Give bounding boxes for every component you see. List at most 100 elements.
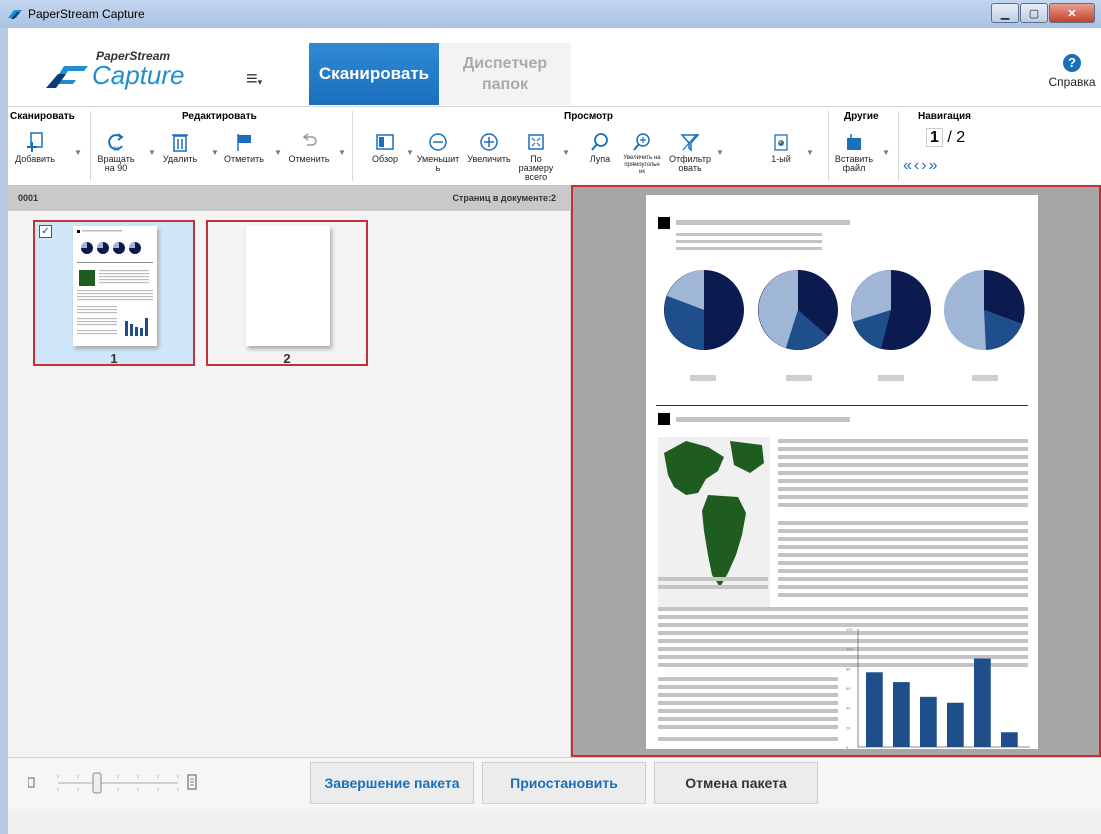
ribbon-separator (352, 111, 353, 181)
paperstream-mark-icon (46, 66, 88, 88)
rotate-dropdown-icon[interactable]: ▼ (148, 148, 156, 157)
mark-label: Отметить (224, 154, 264, 164)
pie-charts (664, 269, 1025, 350)
tab-folder-manager[interactable]: Диспетчер папок (439, 43, 571, 105)
ribbon-separator (90, 111, 91, 181)
help-label: Справка (1048, 75, 1096, 89)
bar-chart-bar (866, 672, 883, 747)
bar-chart-y-tick: 100 (846, 647, 853, 652)
window-controls: ▁ ▢ ✕ (991, 3, 1095, 23)
document-header: 0001 Страниц в документе:2 (8, 185, 570, 211)
first-page-arrow-icon[interactable]: « (903, 157, 914, 174)
bar-chart-y-tick: 0 (846, 745, 849, 749)
bar-chart-bar (893, 682, 910, 747)
window-titlebar: PaperStream Capture ▁ ▢ ✕ (0, 0, 1101, 29)
zoom-rect-label-line2: прямоугольн (624, 162, 660, 168)
thumbnail-number: 2 (283, 351, 291, 366)
thumbnail-checkbox[interactable]: ✓ (39, 225, 52, 238)
overview-button[interactable]: Обзор (368, 129, 402, 164)
mark-button[interactable]: Отметить (220, 129, 268, 164)
add-dropdown-icon[interactable]: ▼ (74, 148, 82, 157)
cancel-batch-button[interactable]: Отмена пакета (654, 762, 818, 804)
group-title-edit: Редактировать (182, 111, 257, 122)
current-page-field[interactable]: 1 (926, 128, 943, 147)
group-title-other: Другие (844, 111, 879, 122)
bar-chart-y-tick: 40 (846, 706, 851, 711)
maximize-button[interactable]: ▢ (1020, 3, 1048, 23)
next-page-arrow-icon[interactable]: › (921, 157, 928, 174)
rotate-label-line2: на 90 (104, 163, 128, 173)
window-title: PaperStream Capture (28, 7, 145, 21)
insert-file-icon (847, 134, 861, 150)
bar-chart-y-tick: 120 (846, 627, 853, 632)
insert-label-line2: файл (842, 163, 866, 173)
finish-batch-button[interactable]: Завершение пакета (310, 762, 474, 804)
help-button[interactable]: ? Справка (1047, 54, 1097, 89)
thumbnail-size-slider[interactable] (28, 772, 198, 796)
first-page-button[interactable]: 1-ый (764, 129, 798, 164)
close-button[interactable]: ✕ (1049, 3, 1095, 23)
fit-page-icon (528, 134, 544, 150)
ribbon-toolbar: Сканировать Редактировать Просмотр Други… (8, 107, 1101, 186)
insert-file-button[interactable]: Вставить файл (834, 129, 874, 173)
first-page-label: 1-ый (771, 154, 791, 164)
zoom-rectangle-button[interactable]: Увеличить на прямоугольн ик (620, 129, 664, 176)
flag-icon (237, 134, 251, 151)
add-page-icon (27, 132, 43, 152)
zoom-in-label: Увеличить (467, 154, 511, 164)
last-page-arrow-icon[interactable]: » (929, 157, 940, 174)
bar-chart-y-tick: 20 (846, 725, 851, 730)
delete-label: Удалить (162, 154, 198, 164)
mark-dropdown-icon[interactable]: ▼ (274, 148, 282, 157)
zoom-rect-icon (633, 133, 650, 151)
thumbnail-pane: 0001 Страниц в документе:2 ✓ 1 2 (8, 185, 571, 757)
fit-dropdown-icon[interactable]: ▼ (562, 148, 570, 157)
filter-button[interactable]: Отфильтр овать (668, 129, 712, 173)
filter-label-line2: овать (678, 163, 702, 173)
minimize-button[interactable]: ▁ (991, 3, 1019, 23)
insert-dropdown-icon[interactable]: ▼ (882, 148, 890, 157)
overview-dropdown-icon[interactable]: ▼ (406, 148, 414, 157)
first-page-dropdown-icon[interactable]: ▼ (806, 148, 814, 157)
zoom-out-button[interactable]: Уменьшит ь (416, 129, 460, 173)
tab-folders-line2: папок (481, 76, 528, 93)
zoom-rect-label-line1: Увеличить на (623, 155, 661, 161)
delete-button[interactable]: Удалить (158, 129, 202, 164)
scanned-page-preview: 0 20 40 60 80 100 120 (646, 195, 1038, 750)
overview-label: Обзор (372, 154, 398, 164)
navigation-arrows: «‹›» (903, 157, 939, 175)
app-area: PaperStream Capture ≡▾ Сканировать Диспе… (8, 28, 1101, 834)
pause-label: Приостановить (510, 775, 618, 791)
zoom-in-button[interactable]: Увеличить (466, 129, 512, 164)
undo-button[interactable]: Отменить (284, 129, 334, 164)
rotate-90-button[interactable]: 90 Вращать на 90 (94, 129, 138, 173)
thumbnail-page-2[interactable]: 2 (206, 220, 368, 366)
total-pages: / 2 (947, 129, 966, 146)
bar-chart: 0 20 40 60 80 100 120 (846, 627, 1030, 750)
group-title-navigation: Навигация (918, 111, 971, 122)
delete-dropdown-icon[interactable]: ▼ (211, 148, 219, 157)
undo-dropdown-icon[interactable]: ▼ (338, 148, 346, 157)
bar-chart-y-tick: 60 (846, 686, 851, 691)
status-bar (8, 809, 1101, 834)
overview-icon (376, 134, 394, 150)
add-label: Добавить (15, 154, 55, 164)
fit-label-line3: всего (524, 172, 548, 182)
zoom-out-icon (429, 133, 447, 151)
help-icon: ? (1063, 54, 1081, 72)
ribbon-separator (828, 111, 829, 181)
fit-to-page-button[interactable]: По размеру всего (516, 129, 556, 182)
add-button[interactable]: Добавить (10, 129, 60, 164)
page-viewer[interactable]: 0 20 40 60 80 100 120 (571, 185, 1101, 757)
thumbnail-number: 1 (110, 351, 118, 366)
rotate-icon: 90 (108, 133, 124, 153)
pause-button[interactable]: Приостановить (482, 762, 646, 804)
thumbnail-page-1[interactable]: ✓ 1 (33, 220, 195, 366)
zoom-in-icon (480, 133, 498, 151)
page-navigator: 1 / 2 (926, 128, 966, 147)
magnifier-button[interactable]: Лупа (582, 129, 618, 164)
hamburger-menu-icon[interactable]: ≡▾ (246, 68, 262, 91)
bar-chart-axis (857, 629, 1030, 748)
filter-dropdown-icon[interactable]: ▼ (716, 148, 724, 157)
tab-scan[interactable]: Сканировать (309, 43, 439, 105)
